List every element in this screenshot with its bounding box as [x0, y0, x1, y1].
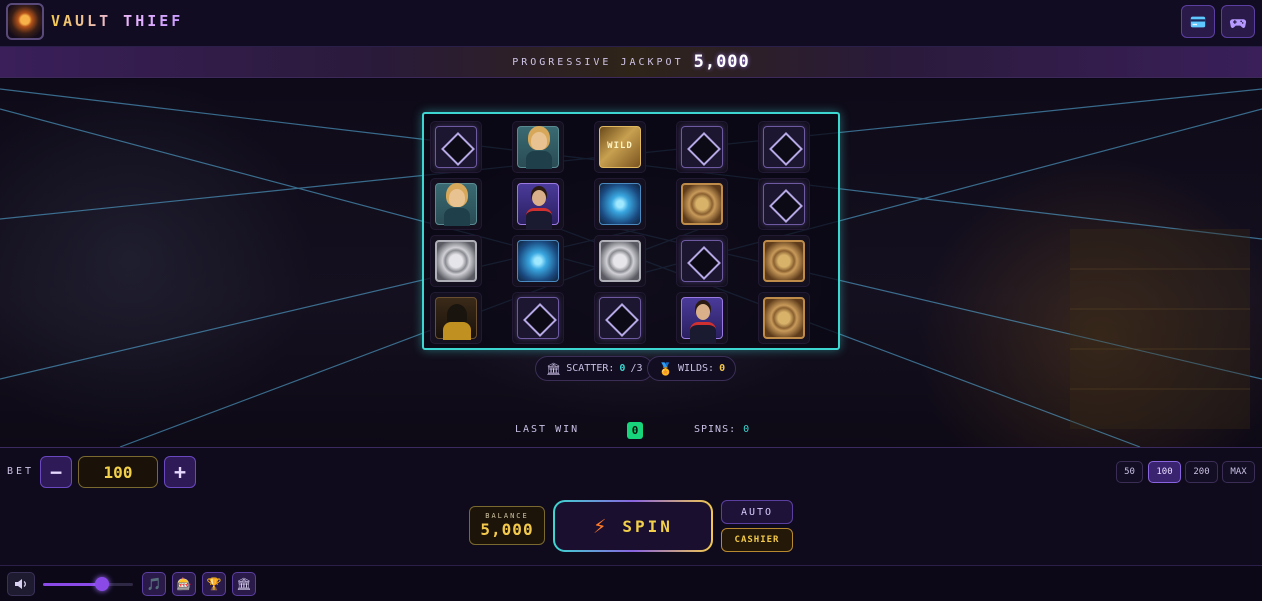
spin-button[interactable]: ⚡ SPIN: [553, 500, 713, 552]
games-button[interactable]: [1221, 5, 1255, 38]
volume-slider[interactable]: [43, 583, 133, 586]
bank-icon: 🏛: [546, 361, 562, 376]
bet-decrease-button[interactable]: −: [40, 456, 72, 488]
scatter-total: /3: [630, 363, 643, 374]
game-title: VAULT THIEF: [51, 12, 184, 30]
gold-symbol-icon: [681, 183, 723, 225]
reel-cell: [512, 235, 564, 287]
reel-cell: [594, 292, 646, 344]
bet-preset-200[interactable]: 200: [1185, 461, 1218, 483]
woman-symbol-icon: [435, 183, 477, 226]
music-button[interactable]: 🎵: [142, 572, 166, 596]
scatter-counter: 🏛 SCATTER: 0 /3: [535, 356, 654, 381]
woman-symbol-icon: [517, 126, 559, 169]
thief-symbol-icon: [435, 297, 477, 340]
blue-symbol-icon: [599, 183, 641, 225]
wilds-label: WILDS:: [677, 363, 715, 374]
diamond-symbol-icon: [681, 126, 723, 168]
spins-counter: SPINS: 0: [694, 424, 750, 435]
auto-spin-button[interactable]: AUTO: [721, 500, 793, 524]
medal-icon: 🏅: [658, 361, 673, 376]
reel-cell: [430, 235, 482, 287]
balance-display: BALANCE 5,000: [469, 506, 545, 545]
card-icon: [1190, 16, 1206, 27]
wild-symbol-icon: WILD: [599, 126, 641, 168]
bet-preset-50[interactable]: 50: [1116, 461, 1143, 483]
wilds-value: 0: [719, 363, 726, 374]
paytable-button[interactable]: 🎰: [172, 572, 196, 596]
bet-preset-100[interactable]: 100: [1148, 461, 1181, 483]
reel-cell: [676, 121, 728, 173]
bet-label: BET: [7, 466, 35, 477]
diamond-symbol-icon: [763, 126, 805, 168]
spin-label: SPIN: [622, 516, 673, 536]
reel-cell: [758, 121, 810, 173]
man-symbol-icon: [681, 297, 723, 343]
mute-button[interactable]: [7, 572, 35, 596]
bet-preset-max[interactable]: MAX: [1222, 461, 1255, 483]
reel-cell: [758, 292, 810, 344]
payment-button[interactable]: [1181, 5, 1215, 38]
gold-symbol-icon: [763, 240, 805, 282]
reel-cell: [430, 292, 482, 344]
gamepad-icon: [1229, 18, 1247, 28]
volume-fill: [43, 583, 103, 586]
jackpot-value: 5,000: [693, 52, 750, 72]
speaker-icon: [15, 579, 26, 589]
scatter-value: 0: [619, 363, 626, 374]
jackpot-bar: PROGRESSIVE JACKPOT 5,000: [0, 47, 1262, 78]
balance-label: BALANCE: [485, 512, 529, 520]
bet-increase-button[interactable]: +: [164, 456, 196, 488]
silver-symbol-icon: [599, 240, 641, 282]
scatter-label: SCATTER:: [566, 363, 615, 374]
diamond-symbol-icon: [681, 240, 723, 282]
reel-grid: WILD: [422, 112, 840, 350]
reel-cell: [430, 178, 482, 230]
reel-cell: [676, 178, 728, 230]
slot-machine-icon: 🎰: [176, 577, 192, 591]
trophy-icon: 🏆: [206, 577, 222, 591]
game-logo: [6, 3, 44, 40]
blue-symbol-icon: [517, 240, 559, 282]
diamond-symbol-icon: [763, 183, 805, 225]
balance-value: 5,000: [480, 520, 534, 539]
reel-cell: [512, 292, 564, 344]
man-symbol-icon: [517, 183, 559, 229]
reel-cell: WILD: [594, 121, 646, 173]
diamond-symbol-icon: [599, 297, 641, 339]
diamond-symbol-icon: [435, 126, 477, 168]
reel-cell: [512, 121, 564, 173]
top-bar: [0, 0, 1262, 47]
wilds-counter: 🏅 WILDS: 0: [647, 356, 737, 381]
vault-button[interactable]: 🏛: [232, 572, 256, 596]
bank-icon: 🏛: [236, 577, 252, 591]
reel-cell: [676, 235, 728, 287]
spins-value: 0: [743, 424, 751, 435]
lightning-icon: ⚡: [593, 513, 607, 539]
gold-symbol-icon: [763, 297, 805, 339]
jackpot-label: PROGRESSIVE JACKPOT: [512, 56, 684, 68]
reel-cell: [594, 235, 646, 287]
leaderboard-button[interactable]: 🏆: [202, 572, 226, 596]
last-win-value: 0: [627, 422, 643, 439]
reel-cell: [430, 121, 482, 173]
spins-label: SPINS:: [694, 424, 737, 435]
silver-symbol-icon: [435, 240, 477, 282]
reel-cell: [512, 178, 564, 230]
diamond-symbol-icon: [517, 297, 559, 339]
reel-cell: [676, 292, 728, 344]
cashier-button[interactable]: CASHIER: [721, 528, 793, 552]
wild-label: WILD: [607, 141, 633, 151]
music-icon: 🎵: [146, 577, 162, 591]
last-win-label: LAST WIN: [515, 424, 580, 435]
reel-cell: [758, 235, 810, 287]
bet-amount-field[interactable]: 100: [78, 456, 158, 488]
reel-cell: [594, 178, 646, 230]
reel-cell: [758, 178, 810, 230]
